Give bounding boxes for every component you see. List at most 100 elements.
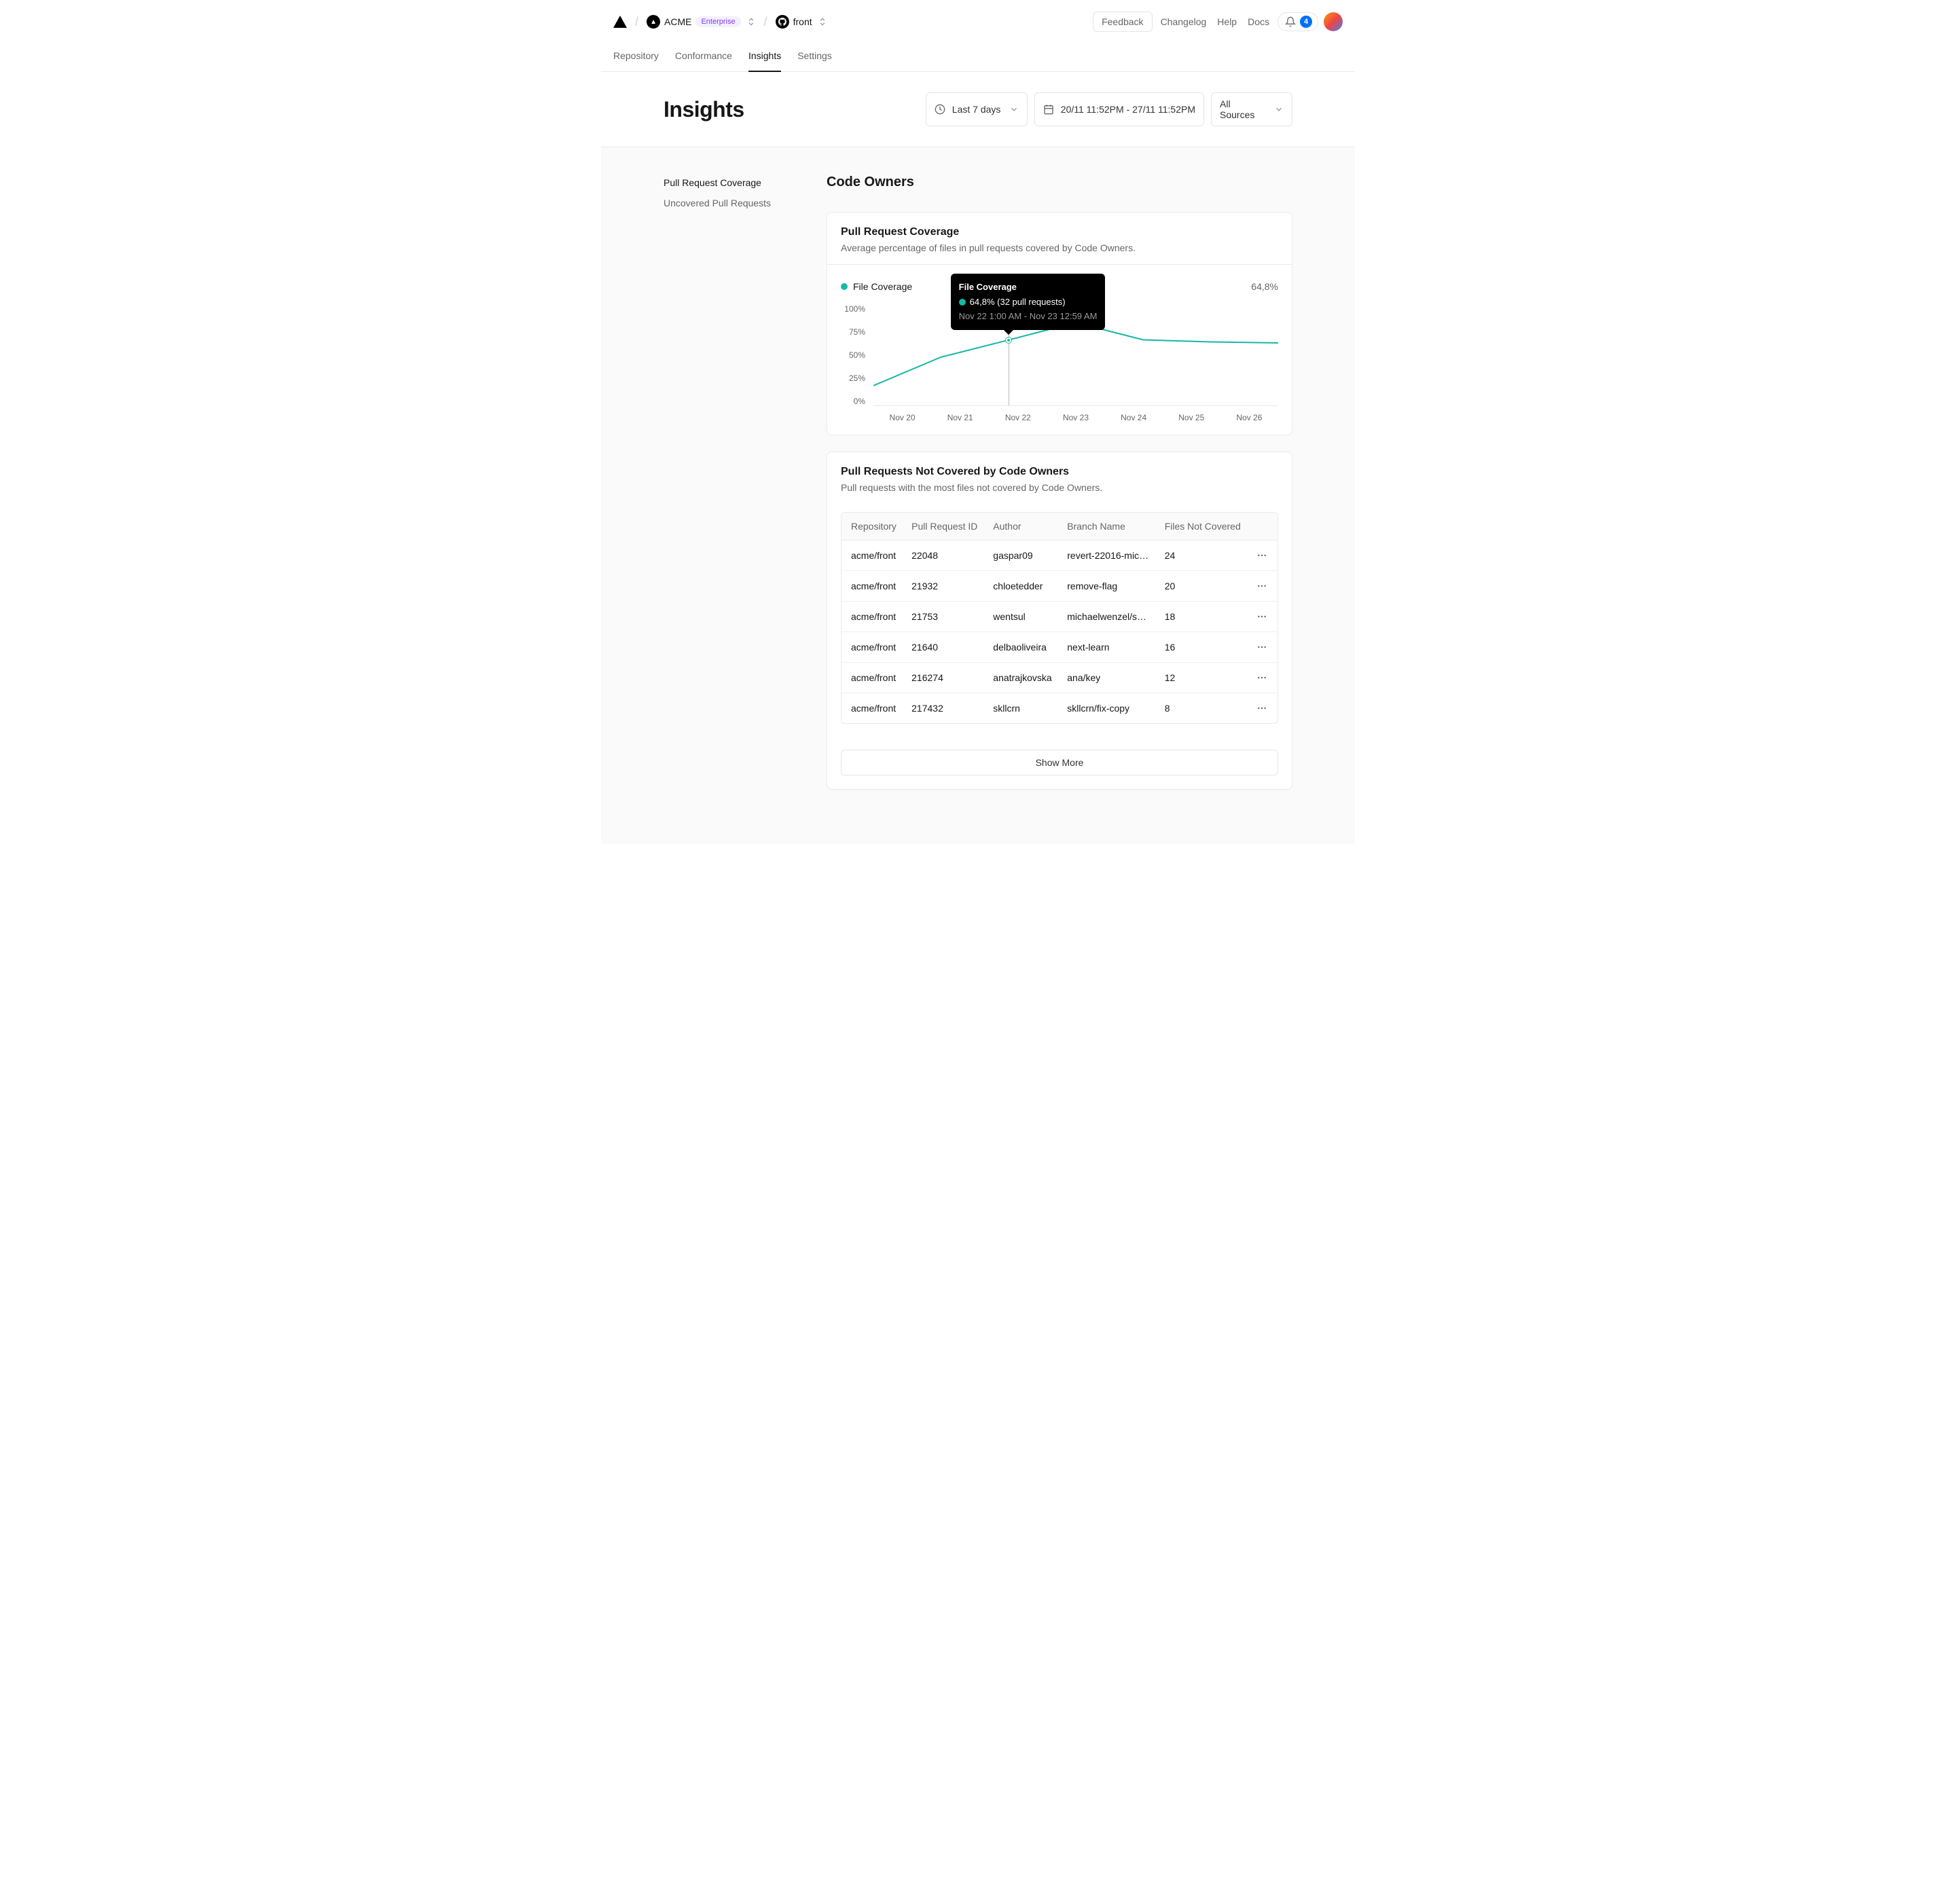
breadcrumb-separator: / [764, 15, 767, 29]
tab-settings[interactable]: Settings [797, 43, 832, 72]
range-select[interactable]: Last 7 days [926, 92, 1028, 126]
x-tick: Nov 20 [873, 413, 931, 422]
table-row[interactable]: acme/front21932chloetedderremove-flag20 [841, 570, 1278, 601]
breadcrumb-separator: / [635, 15, 638, 29]
org-breadcrumb[interactable]: ▲ ACME Enterprise [647, 15, 756, 29]
date-range-picker[interactable]: 20/11 11:52PM - 27/11 11:52PM [1034, 92, 1204, 126]
clock-icon [935, 104, 945, 115]
row-actions-button[interactable] [1250, 631, 1278, 662]
coverage-card-header: Pull Request Coverage Average percentage… [827, 213, 1292, 264]
cell-pr: 21753 [905, 601, 986, 631]
chart-current-value: 64,8% [1251, 281, 1278, 292]
chevron-down-icon [1009, 105, 1019, 114]
more-icon [1256, 581, 1267, 591]
x-tick: Nov 26 [1220, 413, 1278, 422]
row-actions-button[interactable] [1250, 601, 1278, 631]
repo-name: front [793, 16, 812, 27]
chevron-updown-icon[interactable] [746, 17, 756, 26]
main-tabs: Repository Conformance Insights Settings [601, 43, 1355, 72]
cell-branch: remove-flag [1060, 570, 1157, 601]
section-title: Code Owners [827, 175, 1292, 190]
feedback-button[interactable]: Feedback [1093, 12, 1152, 32]
chart-hover-dot [1006, 337, 1011, 343]
cell-pr: 217432 [905, 693, 986, 723]
cell-pr: 21640 [905, 631, 986, 662]
insights-sidebar: Pull Request Coverage Uncovered Pull Req… [664, 175, 799, 790]
topbar-right: Feedback Changelog Help Docs 4 [1093, 12, 1343, 32]
tab-repository[interactable]: Repository [613, 43, 659, 72]
more-icon [1256, 550, 1267, 561]
chart-legend: File Coverage [841, 281, 912, 292]
more-icon [1256, 642, 1267, 653]
cell-files: 20 [1158, 570, 1250, 601]
more-icon [1256, 672, 1267, 683]
x-tick: Nov 24 [1105, 413, 1163, 422]
table-row[interactable]: acme/front216274anatrajkovskaana/key12 [841, 662, 1278, 693]
row-actions-button[interactable] [1250, 541, 1278, 570]
chart-y-axis: 100% 75% 50% 25% 0% [841, 304, 865, 406]
y-tick: 50% [841, 350, 865, 360]
tab-insights[interactable]: Insights [748, 43, 781, 72]
repo-breadcrumb[interactable]: front [776, 15, 827, 29]
cell-author: skllcrn [986, 693, 1060, 723]
notifications-button[interactable]: 4 [1278, 12, 1318, 31]
uncovered-card-header: Pull Requests Not Covered by Code Owners… [827, 452, 1292, 504]
cell-repo: acme/front [841, 570, 905, 601]
row-actions-button[interactable] [1250, 662, 1278, 693]
cell-branch: michaelwenzel/surf... [1060, 601, 1157, 631]
notification-count: 4 [1300, 16, 1312, 28]
cell-repo: acme/front [841, 693, 905, 723]
coverage-card: Pull Request Coverage Average percentage… [827, 212, 1292, 435]
user-avatar[interactable] [1324, 12, 1343, 31]
y-tick: 25% [841, 373, 865, 383]
table-row[interactable]: acme/front21640delbaoliveiranext-learn16 [841, 631, 1278, 662]
table-row[interactable]: acme/front22048gaspar09revert-22016-mich… [841, 541, 1278, 570]
cell-repo: acme/front [841, 631, 905, 662]
row-actions-button[interactable] [1250, 570, 1278, 601]
col-files: Files Not Covered [1158, 513, 1250, 541]
chevron-updown-icon[interactable] [818, 17, 827, 26]
calendar-icon [1043, 104, 1054, 115]
page-title: Insights [664, 97, 744, 122]
y-tick: 75% [841, 327, 865, 337]
table-row[interactable]: acme/front21753wentsulmichaelwenzel/surf… [841, 601, 1278, 631]
sources-label: All Sources [1220, 98, 1267, 120]
cell-files: 8 [1158, 693, 1250, 723]
y-tick: 100% [841, 304, 865, 314]
sidebar-item-uncovered-prs[interactable]: Uncovered Pull Requests [664, 198, 799, 208]
cell-author: delbaoliveira [986, 631, 1060, 662]
more-icon [1256, 703, 1267, 714]
cell-author: gaspar09 [986, 541, 1060, 570]
cell-pr: 216274 [905, 662, 986, 693]
cell-files: 18 [1158, 601, 1250, 631]
cell-files: 12 [1158, 662, 1250, 693]
tab-conformance[interactable]: Conformance [675, 43, 732, 72]
col-author: Author [986, 513, 1060, 541]
col-pr-id: Pull Request ID [905, 513, 986, 541]
help-link[interactable]: Help [1214, 12, 1239, 31]
legend-label: File Coverage [853, 281, 912, 292]
main-column: Code Owners Pull Request Coverage Averag… [827, 175, 1292, 790]
sources-select[interactable]: All Sources [1211, 92, 1292, 126]
col-actions [1250, 513, 1278, 541]
coverage-chart: File Coverage 64,8% 100% 75% 50% 25% 0% [827, 264, 1292, 435]
sidebar-item-pr-coverage[interactable]: Pull Request Coverage [664, 177, 799, 188]
vercel-logo-icon[interactable] [613, 16, 627, 28]
uncovered-subtitle: Pull requests with the most files not co… [841, 482, 1278, 493]
table-row[interactable]: acme/front217432skllcrnskllcrn/fix-copy8 [841, 693, 1278, 723]
cell-repo: acme/front [841, 541, 905, 570]
changelog-link[interactable]: Changelog [1158, 12, 1210, 31]
cell-branch: next-learn [1060, 631, 1157, 662]
row-actions-button[interactable] [1250, 693, 1278, 723]
plan-badge: Enterprise [695, 16, 740, 27]
bell-icon [1285, 16, 1296, 27]
x-tick: Nov 22 [989, 413, 1047, 422]
coverage-subtitle: Average percentage of files in pull requ… [841, 242, 1278, 253]
chart-plot-area[interactable]: File Coverage 64,8% (32 pull requests) N… [873, 304, 1278, 406]
chart-tooltip: File Coverage 64,8% (32 pull requests) N… [951, 274, 1106, 330]
show-more-button[interactable]: Show More [841, 750, 1278, 775]
cell-branch: skllcrn/fix-copy [1060, 693, 1157, 723]
header-controls: Last 7 days 20/11 11:52PM - 27/11 11:52P… [926, 92, 1292, 126]
docs-link[interactable]: Docs [1245, 12, 1272, 31]
cell-author: anatrajkovska [986, 662, 1060, 693]
